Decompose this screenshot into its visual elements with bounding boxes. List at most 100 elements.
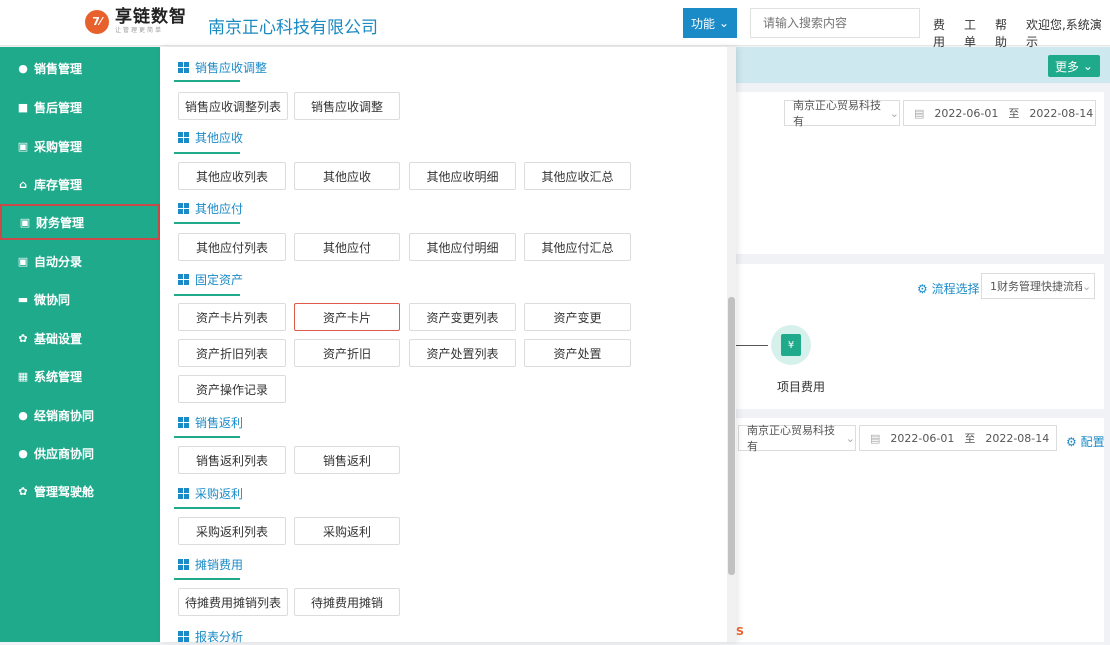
group-title-report-analysis: 报表分析 <box>178 628 243 645</box>
menu-button[interactable]: 待摊费用摊销列表 <box>178 588 288 616</box>
expense-icon: ¥ <box>781 334 801 356</box>
gear-icon: ✿ <box>18 331 28 345</box>
group-underline <box>174 507 240 509</box>
menu-button[interactable]: 采购返利列表 <box>178 517 286 545</box>
grid-icon <box>178 203 189 214</box>
search-input[interactable] <box>750 8 920 38</box>
config-link[interactable]: ⚙ 配置 <box>1066 433 1105 450</box>
grid-icon <box>178 62 189 73</box>
menu-button[interactable]: 销售应收调整列表 <box>178 92 288 120</box>
calendar-icon: ▤ <box>870 431 881 445</box>
menu-scrollbar-thumb[interactable] <box>728 297 735 575</box>
sidebar-item-purchase[interactable]: ▣ 采购管理 <box>0 128 160 164</box>
company-select-1[interactable]: 南京正心贸易科技有 ⌄ <box>784 99 900 128</box>
sidebar-item-basic-settings[interactable]: ✿ 基础设置 <box>0 320 160 356</box>
floating-widget-icon[interactable]: S <box>736 625 744 638</box>
grid-icon <box>178 631 189 642</box>
ledger-icon: ▣ <box>17 254 29 268</box>
menu-button[interactable]: 资产卡片列表 <box>178 303 286 331</box>
menu-button[interactable]: 其他应付 <box>294 233 400 261</box>
menu-button[interactable]: 销售返利 <box>294 446 400 474</box>
group-title-fixed-assets: 固定资产 <box>178 271 243 288</box>
menu-button[interactable]: 销售应收调整 <box>294 92 400 120</box>
menu-button[interactable]: 资产变更 <box>524 303 631 331</box>
menu-button[interactable]: 采购返利 <box>294 517 400 545</box>
person-icon: ● <box>18 446 28 460</box>
menu-button[interactable]: 其他应收 <box>294 162 400 190</box>
calendar-icon: ▤ <box>914 106 925 120</box>
date-range-2[interactable]: ▤ 2022-06-01 至 2022-08-14 <box>859 425 1057 451</box>
sidebar-item-supplier-collab[interactable]: ● 供应商协同 <box>0 435 160 471</box>
sidebar-item-inventory[interactable]: ⌂ 库存管理 <box>0 166 160 202</box>
group-title-amortization: 摊销费用 <box>178 556 243 573</box>
project-fee-node[interactable]: ¥ <box>771 325 811 365</box>
logo[interactable]: 7⁄ 享链数智 让管理更简单 <box>85 9 187 34</box>
sidebar-item-auto-entry[interactable]: ▣ 自动分录 <box>0 243 160 279</box>
grid-icon <box>178 559 189 570</box>
menu-button[interactable]: 资产处置 <box>524 339 631 367</box>
chevron-down-icon: ⌄ <box>718 16 730 30</box>
more-button[interactable]: 更多 ⌄ <box>1048 55 1100 77</box>
grid-icon <box>178 274 189 285</box>
settings-icon: ⚙ <box>1066 435 1077 449</box>
group-underline <box>174 436 240 438</box>
menu-button-selected[interactable]: 资产卡片 <box>294 303 400 331</box>
person-icon: ● <box>18 408 28 422</box>
menu-button[interactable]: 资产处置列表 <box>409 339 516 367</box>
sidebar-item-dealer-collab[interactable]: ● 经销商协同 <box>0 397 160 433</box>
flow-connector <box>736 345 768 346</box>
group-underline <box>174 152 240 154</box>
flow-select[interactable]: 1财务管理快捷流程 ⌄ <box>981 273 1095 299</box>
menu-button[interactable]: 资产变更列表 <box>409 303 516 331</box>
group-title-other-receivable: 其他应收 <box>178 129 243 146</box>
logo-slogan: 让管理更简单 <box>115 27 164 34</box>
menu-button[interactable]: 其他应收明细 <box>409 162 516 190</box>
menu-button[interactable]: 资产操作记录 <box>178 375 286 403</box>
sidebar-item-micro-collab[interactable]: ▬ 微协同 <box>0 281 160 317</box>
person-icon: ● <box>18 61 28 75</box>
flow-select-link[interactable]: ⚙ 流程选择 <box>917 280 980 297</box>
function-menu-label: 功能 <box>690 16 715 31</box>
group-title-sales-rebate: 销售返利 <box>178 414 243 431</box>
group-underline <box>174 578 240 580</box>
sidebar-item-cockpit[interactable]: ✿ 管理驾驶舱 <box>0 473 160 509</box>
sidebar-item-after-sales[interactable]: ■ 售后管理 <box>0 89 160 125</box>
company-name: 南京正心科技有限公司 <box>208 18 378 38</box>
function-menu-button[interactable]: 功能 ⌄ <box>683 8 737 38</box>
chevron-down-icon: ⌄ <box>1082 59 1093 73</box>
menu-button[interactable]: 待摊费用摊销 <box>294 588 400 616</box>
company-select-2[interactable]: 南京正心贸易科技有 ⌄ <box>738 424 856 453</box>
group-title-purchase-rebate: 采购返利 <box>178 485 243 502</box>
settings-icon: ⚙ <box>917 282 928 296</box>
sidebar: ● 销售管理 ■ 售后管理 ▣ 采购管理 ⌂ 库存管理 ▣ 财务管理 ▣ 自动分录 ▬ 微协同… <box>0 47 160 642</box>
menu-button[interactable]: 其他应付明细 <box>409 233 516 261</box>
date-range-1[interactable]: ▤ 2022-06-01 至 2022-08-14 <box>903 100 1096 126</box>
finance-icon: ▣ <box>19 215 31 229</box>
menu-button[interactable]: 资产折旧 <box>294 339 400 367</box>
cart-icon: ▣ <box>17 139 29 153</box>
group-title-other-payable: 其他应付 <box>178 200 243 217</box>
id-card-icon: ■ <box>17 100 29 114</box>
gear-icon: ✿ <box>18 484 28 498</box>
chevron-down-icon: ⌄ <box>845 431 855 445</box>
menu-button[interactable]: 其他应收列表 <box>178 162 286 190</box>
group-underline <box>174 294 240 296</box>
menu-button[interactable]: 销售返利列表 <box>178 446 286 474</box>
sidebar-item-sales[interactable]: ● 销售管理 <box>0 50 160 86</box>
group-underline <box>174 80 240 82</box>
menu-button[interactable]: 其他应收汇总 <box>524 162 631 190</box>
sidebar-item-system[interactable]: ▦ 系统管理 <box>0 358 160 394</box>
menu-button[interactable]: 其他应付列表 <box>178 233 286 261</box>
warehouse-icon: ⌂ <box>19 177 27 191</box>
logo-name: 享链数智 <box>115 7 187 27</box>
link-ticket[interactable]: 工单 <box>964 16 987 50</box>
group-title-sales-receivable-adjust: 销售应收调整 <box>178 59 267 76</box>
welcome-user[interactable]: 欢迎您,系统演示 <box>1026 16 1110 50</box>
link-fee[interactable]: 费用 <box>933 16 956 50</box>
grid-icon <box>178 132 189 143</box>
menu-button[interactable]: 其他应付汇总 <box>524 233 631 261</box>
sidebar-item-finance[interactable]: ▣ 财务管理 <box>0 204 160 240</box>
menu-button[interactable]: 资产折旧列表 <box>178 339 286 367</box>
project-fee-label: 项目费用 <box>777 380 826 394</box>
link-help[interactable]: 帮助 <box>995 16 1018 50</box>
